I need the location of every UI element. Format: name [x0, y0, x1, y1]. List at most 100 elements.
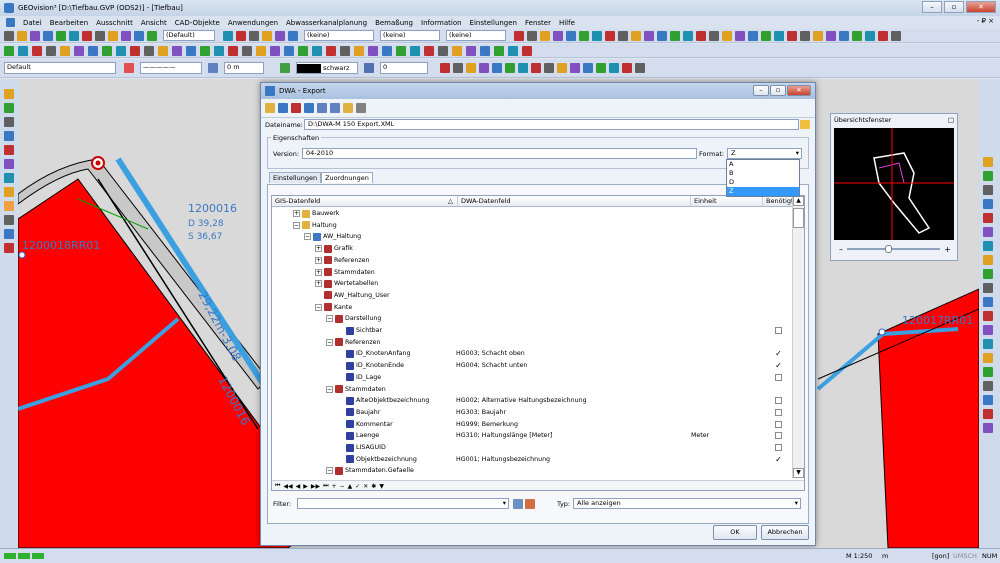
nav-button-icon[interactable]: ✕ — [363, 483, 368, 490]
collapse-icon[interactable]: − — [326, 385, 333, 393]
benoetigt-checkbox[interactable] — [775, 420, 782, 428]
tree-row[interactable]: Sichtbar — [272, 325, 792, 337]
right-tool-icon[interactable] — [983, 311, 993, 321]
file-tool-icon[interactable] — [134, 30, 144, 41]
dim-tool-icon[interactable] — [635, 63, 645, 73]
view-tool-icon[interactable] — [826, 30, 836, 41]
view-tool-icon[interactable] — [553, 30, 563, 41]
draw-tool-icon[interactable] — [242, 45, 252, 56]
draw-tool-icon[interactable] — [466, 45, 476, 56]
right-tool-icon[interactable] — [983, 255, 993, 265]
view-tool-icon[interactable] — [566, 30, 576, 41]
tree-row[interactable]: ID_KnotenAnfang HG003; Schacht oben ✓ — [272, 348, 792, 360]
linetype-combo[interactable]: ————— — [140, 62, 202, 74]
filter-apply-icon[interactable] — [513, 499, 523, 509]
draw-tool-icon[interactable] — [326, 45, 336, 56]
open-icon[interactable] — [265, 103, 275, 113]
expand-icon[interactable]: + — [315, 280, 322, 288]
view-tool-icon[interactable] — [618, 30, 628, 41]
dim-tool-icon[interactable] — [583, 63, 593, 73]
tree-row[interactable]: Objektbezeichnung HG001; Haltungsbezeichn… — [272, 454, 792, 466]
draw-tool-icon[interactable] — [60, 45, 70, 56]
minimize-button[interactable]: – — [922, 1, 942, 13]
draw-tool-icon[interactable] — [368, 45, 378, 56]
nav-button-icon[interactable]: ▲ — [348, 483, 353, 490]
tree-row[interactable]: + Referenzen — [272, 255, 792, 267]
view-tool-icon[interactable] — [683, 30, 693, 41]
tree-row[interactable]: ID_Lage — [272, 372, 792, 384]
number-input[interactable]: 0 — [380, 62, 428, 74]
menu-bearbeiten[interactable]: Bearbeiten — [50, 19, 88, 27]
menu-cad-objekte[interactable]: CAD-Objekte — [175, 19, 220, 27]
tree-row[interactable]: ID_KnotenEnde HG004; Schacht unten ✓ — [272, 360, 792, 372]
benoetigt-checkbox[interactable] — [775, 373, 782, 381]
draw-tool-icon[interactable] — [452, 45, 462, 56]
scroll-up-icon[interactable]: ▲ — [793, 196, 804, 206]
right-tool-icon[interactable] — [983, 213, 993, 223]
dwa-field-cell[interactable]: HG004; Schacht unten — [456, 360, 527, 371]
view-tool-icon[interactable] — [631, 30, 641, 41]
width-input[interactable]: 0 m — [224, 62, 264, 74]
dialog-close-button[interactable]: ✕ — [787, 85, 811, 96]
dialog-minimize-button[interactable]: – — [753, 85, 769, 96]
left-tool-icon[interactable] — [4, 229, 14, 239]
nav-button-icon[interactable]: ▼ — [379, 483, 384, 490]
draw-tool-icon[interactable] — [410, 45, 420, 56]
collapse-icon[interactable]: − — [326, 315, 333, 323]
dim-tool-icon[interactable] — [531, 63, 541, 73]
hatch-combo[interactable]: (keine) — [304, 30, 374, 41]
file-tool-icon[interactable] — [17, 30, 27, 41]
draw-tool-icon[interactable] — [424, 45, 434, 56]
draw-tool-icon[interactable] — [480, 45, 490, 56]
left-tool-icon[interactable] — [4, 173, 14, 183]
benoetigt-checkbox[interactable] — [775, 432, 782, 440]
tree-row[interactable]: Kommentar HG999; Bemerkung — [272, 419, 792, 431]
view-tool-icon[interactable] — [748, 30, 758, 41]
style-combo[interactable]: (Default) — [163, 30, 215, 41]
tree-row[interactable]: + Stammdaten — [272, 267, 792, 279]
draw-tool-icon[interactable] — [396, 45, 406, 56]
left-tool-icon[interactable] — [4, 159, 14, 169]
file-tool-icon[interactable] — [30, 30, 40, 41]
maximize-button[interactable]: ▫ — [944, 1, 964, 13]
edit-tool-icon[interactable] — [275, 30, 285, 41]
left-tool-icon[interactable] — [4, 243, 14, 253]
left-tool-icon[interactable] — [4, 89, 14, 99]
folder-icon[interactable] — [800, 120, 810, 129]
tree-row[interactable]: + Bauwerk — [272, 208, 792, 220]
nav-button-icon[interactable]: ▶▶ — [311, 483, 320, 490]
menu-abwasserkanalplanung[interactable]: Abwasserkanalplanung — [286, 19, 367, 27]
fill-combo[interactable]: (keine) — [446, 30, 506, 41]
dwa-field-cell[interactable]: HG002; Alternative Haltungsbezeichnung — [456, 395, 587, 406]
edit-tool-icon[interactable] — [249, 30, 259, 41]
line-combo[interactable]: (keine) — [380, 30, 440, 41]
view-tool-icon[interactable] — [540, 30, 550, 41]
dim-tool-icon[interactable] — [466, 63, 476, 73]
status-scale[interactable]: M 1:250 — [846, 552, 872, 560]
left-tool-icon[interactable] — [4, 187, 14, 197]
col-benoetigt[interactable]: Benötigt — [763, 196, 794, 207]
right-tool-icon[interactable] — [983, 381, 993, 391]
save-icon[interactable] — [278, 103, 288, 113]
draw-tool-icon[interactable] — [508, 45, 518, 56]
right-tool-icon[interactable] — [983, 227, 993, 237]
file-tool-icon[interactable] — [69, 30, 79, 41]
col-einheit[interactable]: Einheit — [691, 196, 763, 207]
menu-anwendungen[interactable]: Anwendungen — [228, 19, 278, 27]
lineweight-icon[interactable] — [208, 63, 218, 73]
right-tool-icon[interactable] — [983, 199, 993, 209]
format-select[interactable]: Z ▾ — [727, 148, 802, 159]
view-tool-icon[interactable] — [852, 30, 862, 41]
right-tool-icon[interactable] — [983, 339, 993, 349]
benoetigt-checkbox[interactable] — [775, 327, 782, 334]
col-gis-datenfeld[interactable]: GIS-Datenfeld △ — [272, 196, 458, 207]
nav-button-icon[interactable]: ⏮ — [275, 482, 280, 490]
overview-map[interactable] — [834, 128, 954, 240]
collapse-icon[interactable]: − — [326, 467, 333, 475]
tree-row[interactable]: Laenge HG310; Haltungslänge [Meter] Meter — [272, 430, 792, 442]
menu-datei[interactable]: Datei — [23, 19, 42, 27]
view-tool-icon[interactable] — [527, 30, 537, 41]
nav-button-icon[interactable]: ◀◀ — [283, 483, 292, 490]
view-tool-icon[interactable] — [774, 30, 784, 41]
col-dwa-datenfeld[interactable]: DWA-Datenfeld — [458, 196, 691, 207]
